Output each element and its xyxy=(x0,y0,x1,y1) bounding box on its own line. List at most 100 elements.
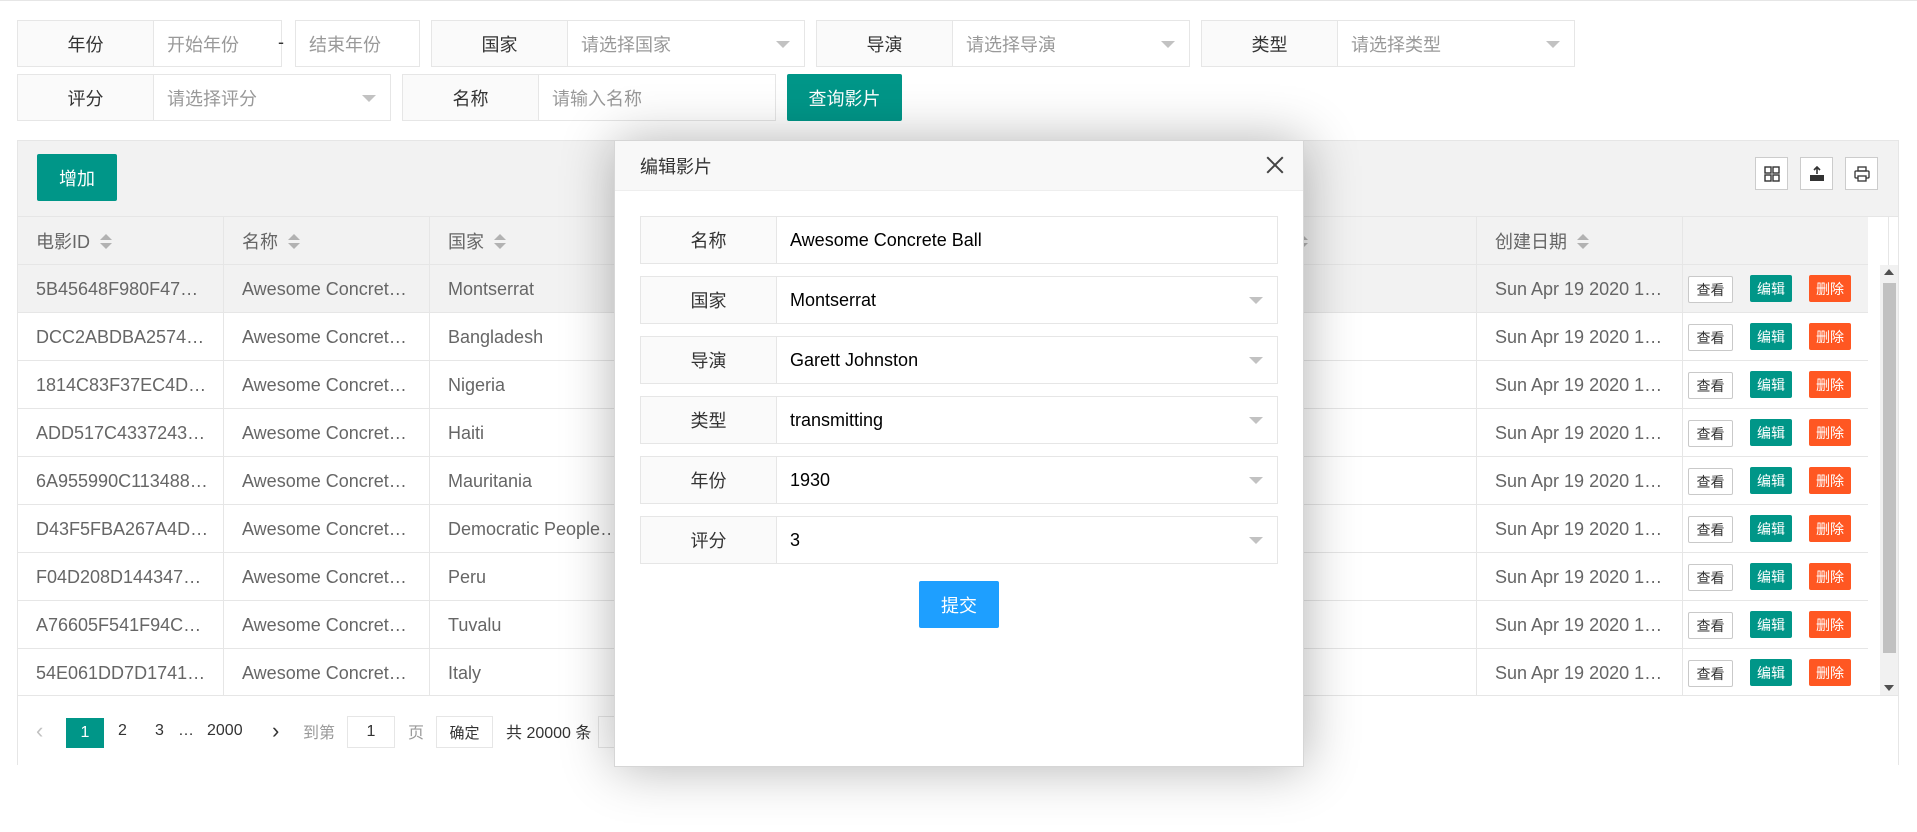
edit-button[interactable]: 编辑 xyxy=(1750,611,1792,638)
delete-button[interactable]: 删除 xyxy=(1809,611,1851,638)
cell-name: Awesome Concret… xyxy=(224,409,430,457)
col-country-label: 国家 xyxy=(448,232,484,252)
cell-created: Sun Apr 19 2020 1… xyxy=(1477,457,1683,505)
year-start-input[interactable]: 开始年份 xyxy=(154,21,281,66)
dialog-title: 编辑影片 xyxy=(640,156,712,177)
cell-id: DCC2ABDBA2574… xyxy=(18,313,224,361)
print-icon[interactable] xyxy=(1845,157,1878,190)
cell-country: Peru xyxy=(430,553,636,601)
edit-button[interactable]: 编辑 xyxy=(1750,563,1792,590)
edit-button[interactable]: 编辑 xyxy=(1750,419,1792,446)
edit-button[interactable]: 编辑 xyxy=(1750,515,1792,542)
cell-country: Mauritania xyxy=(430,457,636,505)
edit-button[interactable]: 编辑 xyxy=(1750,467,1792,494)
delete-button[interactable]: 删除 xyxy=(1809,275,1851,302)
type-select[interactable]: 请选择类型 xyxy=(1338,21,1574,66)
view-button[interactable]: 查看 xyxy=(1688,564,1733,591)
dialog-field-input[interactable]: Awesome Concrete Ball xyxy=(777,217,1277,263)
dialog-field-label: 类型 xyxy=(641,397,777,443)
cell-created: Sun Apr 19 2020 1… xyxy=(1477,505,1683,553)
cell-country: Bangladesh xyxy=(430,313,636,361)
delete-button[interactable]: 删除 xyxy=(1809,323,1851,350)
director-filter: 导演 请选择导演 xyxy=(816,20,1190,67)
next-page-icon[interactable]: › xyxy=(272,696,279,766)
rating-select[interactable]: 请选择评分 xyxy=(154,75,390,120)
goto-confirm-button[interactable]: 确定 xyxy=(436,716,493,748)
prev-page-icon[interactable]: ‹ xyxy=(36,696,43,766)
goto-page-input[interactable]: 1 xyxy=(347,716,395,748)
view-button[interactable]: 查看 xyxy=(1688,276,1733,303)
edit-button[interactable]: 编辑 xyxy=(1750,659,1792,686)
delete-button[interactable]: 删除 xyxy=(1809,659,1851,686)
dialog-field-select[interactable]: Garett Johnston xyxy=(777,337,1277,383)
delete-button[interactable]: 删除 xyxy=(1809,563,1851,590)
sort-icon[interactable] xyxy=(100,233,112,249)
view-button[interactable]: 查看 xyxy=(1688,420,1733,447)
page-current[interactable]: 1 xyxy=(66,718,104,748)
dialog-field-value: Montserrat xyxy=(790,289,877,310)
rating-label: 评分 xyxy=(18,75,154,120)
delete-button[interactable]: 删除 xyxy=(1809,467,1851,494)
cell-name: Awesome Concret… xyxy=(224,505,430,553)
dialog-field-select[interactable]: 3 xyxy=(777,517,1277,563)
row-actions: 查看 编辑 删除 xyxy=(1688,467,1851,495)
director-select[interactable]: 请选择导演 xyxy=(953,21,1189,66)
col-name[interactable]: 名称 xyxy=(224,217,430,265)
page-3[interactable]: 3 xyxy=(155,696,164,766)
sort-icon[interactable] xyxy=(494,233,506,249)
close-icon[interactable] xyxy=(1265,155,1285,175)
cell-id: 6A955990C113488… xyxy=(18,457,224,505)
scroll-up-icon[interactable] xyxy=(1884,269,1894,275)
name-input[interactable]: 请输入名称 xyxy=(539,75,775,120)
page-2[interactable]: 2 xyxy=(118,696,127,766)
col-id[interactable]: 电影ID xyxy=(18,217,224,265)
cell-country: Democratic People… xyxy=(430,505,636,553)
dialog-field-row: 名称 Awesome Concrete Ball xyxy=(640,216,1278,264)
edit-button[interactable]: 编辑 xyxy=(1750,275,1792,302)
view-button[interactable]: 查看 xyxy=(1688,660,1733,687)
dialog-field-select[interactable]: 1930 xyxy=(777,457,1277,503)
year-end-input[interactable]: 结束年份 xyxy=(295,20,420,67)
columns-icon[interactable] xyxy=(1755,157,1788,190)
cell-created: Sun Apr 19 2020 1… xyxy=(1477,409,1683,457)
dialog-field-label: 年份 xyxy=(641,457,777,503)
edit-button[interactable]: 编辑 xyxy=(1750,323,1792,350)
page-last[interactable]: 2000 xyxy=(207,696,243,766)
page-ellipsis: … xyxy=(178,722,194,739)
col-id-label: 电影ID xyxy=(36,232,90,252)
scroll-down-icon[interactable] xyxy=(1884,685,1894,691)
view-button[interactable]: 查看 xyxy=(1688,516,1733,543)
delete-button[interactable]: 删除 xyxy=(1809,515,1851,542)
year-label: 年份 xyxy=(18,21,154,66)
view-button[interactable]: 查看 xyxy=(1688,324,1733,351)
row-actions: 查看 编辑 删除 xyxy=(1688,563,1851,591)
search-button[interactable]: 查询影片 xyxy=(787,74,902,121)
view-button[interactable]: 查看 xyxy=(1688,612,1733,639)
edit-button[interactable]: 编辑 xyxy=(1750,371,1792,398)
table-scrollbar[interactable] xyxy=(1880,265,1898,695)
col-ops xyxy=(1683,217,1889,265)
cell-name: Awesome Concret… xyxy=(224,553,430,601)
col-created[interactable]: 创建日期 xyxy=(1477,217,1683,265)
add-button[interactable]: 增加 xyxy=(37,154,117,201)
dialog-field-select[interactable]: transmitting xyxy=(777,397,1277,443)
country-select[interactable]: 请选择国家 xyxy=(568,21,804,66)
cell-created: Sun Apr 19 2020 1… xyxy=(1477,601,1683,649)
cell-created: Sun Apr 19 2020 1… xyxy=(1477,265,1683,313)
scrollbar-thumb[interactable] xyxy=(1883,283,1896,653)
export-icon[interactable] xyxy=(1800,157,1833,190)
view-button[interactable]: 查看 xyxy=(1688,468,1733,495)
submit-button[interactable]: 提交 xyxy=(919,581,999,628)
cell-name: Awesome Concret… xyxy=(224,361,430,409)
dialog-field-select[interactable]: Montserrat xyxy=(777,277,1277,323)
sort-icon[interactable] xyxy=(1577,233,1589,249)
cell-created: Sun Apr 19 2020 1… xyxy=(1477,361,1683,409)
sort-icon[interactable] xyxy=(288,233,300,249)
col-country[interactable]: 国家 xyxy=(430,217,636,265)
view-button[interactable]: 查看 xyxy=(1688,372,1733,399)
chevron-down-icon xyxy=(1249,417,1263,424)
chevron-down-icon xyxy=(1546,41,1560,48)
cell-country: Montserrat xyxy=(430,265,636,313)
delete-button[interactable]: 删除 xyxy=(1809,419,1851,446)
delete-button[interactable]: 删除 xyxy=(1809,371,1851,398)
